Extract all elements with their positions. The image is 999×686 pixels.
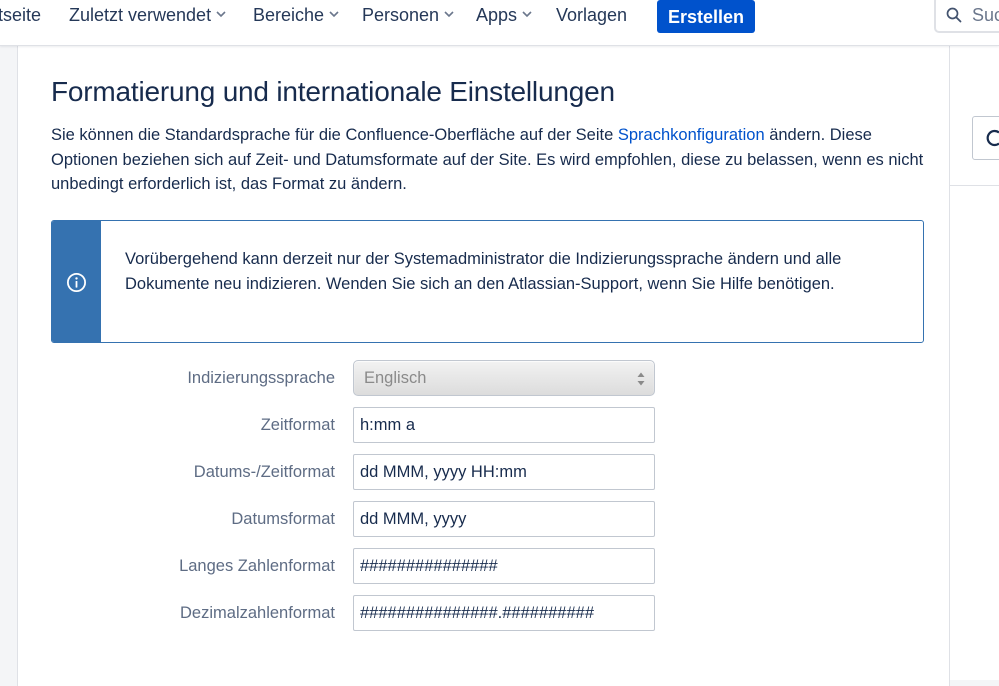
- nav-item-spaces[interactable]: Bereiche: [253, 0, 339, 30]
- time-format-label: Zeitformat: [260, 416, 335, 434]
- panel-action-icon: [986, 129, 999, 147]
- language-configuration-link[interactable]: Sprachkonfiguration: [618, 126, 765, 144]
- nav-item-apps[interactable]: Apps: [476, 0, 532, 30]
- right-side-panel: [950, 46, 999, 186]
- nav-item-templates[interactable]: Vorlagen: [556, 0, 627, 30]
- nav-item-apps-label: Apps: [476, 5, 518, 25]
- page-title: Formatierung und internationale Einstell…: [51, 76, 615, 107]
- datetime-format-input[interactable]: [353, 454, 655, 490]
- nav-item-recent-label: Zuletzt verwendet: [69, 5, 212, 25]
- info-icon: [66, 272, 87, 293]
- datetime-format-label: Datums-/Zeitformat: [193, 463, 335, 481]
- long-number-format-label: Langes Zahlenformat: [179, 557, 335, 575]
- nav-item-home[interactable]: tseite: [0, 0, 41, 30]
- date-format-label: Datumsformat: [231, 510, 335, 528]
- search-icon: [946, 7, 962, 23]
- indexing-language-value: Englisch: [364, 369, 427, 387]
- decimal-number-format-label: Dezimalzahlenformat: [180, 604, 335, 622]
- chevron-down-icon: [329, 11, 339, 17]
- chevron-down-icon: [444, 11, 454, 17]
- chevron-down-icon: [216, 11, 226, 17]
- side-panel-button[interactable]: [972, 116, 999, 160]
- select-arrows-icon: [637, 372, 645, 386]
- nav-item-spaces-label: Bereiche: [253, 5, 325, 25]
- search-box[interactable]: [934, 0, 999, 33]
- indexing-language-label: Indizierungssprache: [187, 369, 335, 387]
- right-side-strip: [950, 186, 999, 680]
- time-format-input[interactable]: [353, 407, 655, 443]
- date-format-input[interactable]: [353, 501, 655, 537]
- indexing-language-select[interactable]: Englisch: [353, 360, 655, 396]
- info-panel-stripe: [52, 221, 101, 342]
- info-message-text: Vorübergehend kann derzeit nur der Syste…: [125, 250, 842, 293]
- nav-item-people-label: Personen: [362, 5, 440, 25]
- nav-item-people[interactable]: Personen: [362, 0, 454, 30]
- create-button[interactable]: Erstellen: [657, 0, 755, 33]
- description-text-start: Sie können die Standardsprache für die C…: [51, 126, 618, 144]
- page-description: Sie können die Standardsprache für die C…: [51, 123, 931, 197]
- decimal-number-format-input[interactable]: [353, 595, 655, 631]
- chevron-down-icon: [522, 11, 532, 17]
- top-navigation-bar: tseite Zuletzt verwendet Bereiche Person…: [0, 0, 999, 46]
- long-number-format-input[interactable]: [353, 548, 655, 584]
- search-input[interactable]: [972, 2, 999, 28]
- nav-item-recent[interactable]: Zuletzt verwendet: [69, 0, 226, 30]
- info-message-panel: Vorübergehend kann derzeit nur der Syste…: [51, 220, 924, 343]
